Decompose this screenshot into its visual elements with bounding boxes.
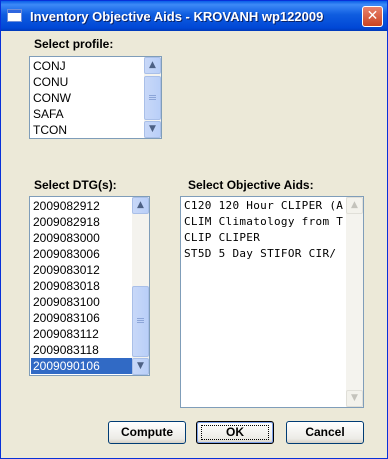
dtg-item[interactable]: 2009083100	[31, 294, 132, 310]
profile-item[interactable]: CONU	[31, 74, 144, 90]
objective-aids-listbox[interactable]: C120 120 Hour CLIPER (A CLIM Climatology…	[180, 196, 364, 408]
scroll-up-arrow-icon[interactable]: ▲	[132, 197, 149, 214]
profile-scrollbar[interactable]: ▲ ▼	[144, 57, 161, 138]
profile-item[interactable]: CONJ	[31, 58, 144, 74]
objective-aid-item[interactable]: C120 120 Hour CLIPER (A	[182, 198, 346, 214]
objective-aid-item[interactable]: CLIP CLIPER	[182, 230, 346, 246]
dtg-item[interactable]: 2009083012	[31, 262, 132, 278]
profile-item[interactable]: TCON	[31, 122, 144, 138]
dtg-item-selected[interactable]: 2009090106	[31, 358, 132, 374]
cancel-button[interactable]: Cancel	[286, 421, 364, 444]
objective-aid-item[interactable]: ST5D 5 Day STIFOR CIR/	[182, 246, 346, 262]
window-title: Inventory Objective Aids - KROVANH wp122…	[30, 9, 324, 24]
window-icon	[7, 9, 22, 22]
scroll-down-arrow-icon[interactable]: ▼	[144, 121, 161, 138]
dtg-item[interactable]: 2009082918	[31, 214, 132, 230]
dtg-item[interactable]: 2009083018	[31, 278, 132, 294]
dtg-item[interactable]: 2009083006	[31, 246, 132, 262]
scroll-up-arrow-icon: ▲	[346, 197, 363, 214]
dtg-item[interactable]: 2009083000	[31, 230, 132, 246]
objective-aid-item[interactable]: CLIM Climatology from T	[182, 214, 346, 230]
scroll-down-arrow-icon[interactable]: ▼	[132, 358, 149, 375]
profile-item[interactable]: CONW	[31, 90, 144, 106]
dtg-item[interactable]: 2009083112	[31, 326, 132, 342]
profile-listbox[interactable]: CONJ CONU CONW SAFA TCON ▲ ▼	[29, 56, 162, 139]
dtg-listbox[interactable]: 2009082912 2009082918 2009083000 2009083…	[29, 196, 150, 376]
objective-aids-label: Select Objective Aids:	[188, 178, 314, 192]
dtg-item[interactable]: 2009082912	[31, 198, 132, 214]
dialog-window: Inventory Objective Aids - KROVANH wp122…	[0, 0, 388, 459]
dtg-item[interactable]: 2009083118	[31, 342, 132, 358]
close-button[interactable]: ✕	[362, 6, 383, 27]
scroll-up-arrow-icon[interactable]: ▲	[144, 57, 161, 74]
dtg-scrollbar[interactable]: ▲ ▼	[132, 197, 149, 375]
scroll-down-arrow-icon: ▼	[346, 390, 363, 407]
dtg-item[interactable]: 2009083106	[31, 310, 132, 326]
dtg-label: Select DTG(s):	[34, 178, 117, 192]
compute-button[interactable]: Compute	[108, 421, 186, 444]
title-bar[interactable]: Inventory Objective Aids - KROVANH wp122…	[1, 1, 387, 31]
dtg-scroll-thumb[interactable]	[132, 286, 149, 357]
profile-label: Select profile:	[34, 37, 114, 51]
objective-aids-scrollbar: ▲ ▼	[346, 197, 363, 407]
profile-item[interactable]: SAFA	[31, 106, 144, 122]
focus-rectangle	[201, 425, 269, 440]
profile-scroll-thumb[interactable]	[144, 76, 161, 120]
ok-button[interactable]: OK	[196, 421, 274, 444]
